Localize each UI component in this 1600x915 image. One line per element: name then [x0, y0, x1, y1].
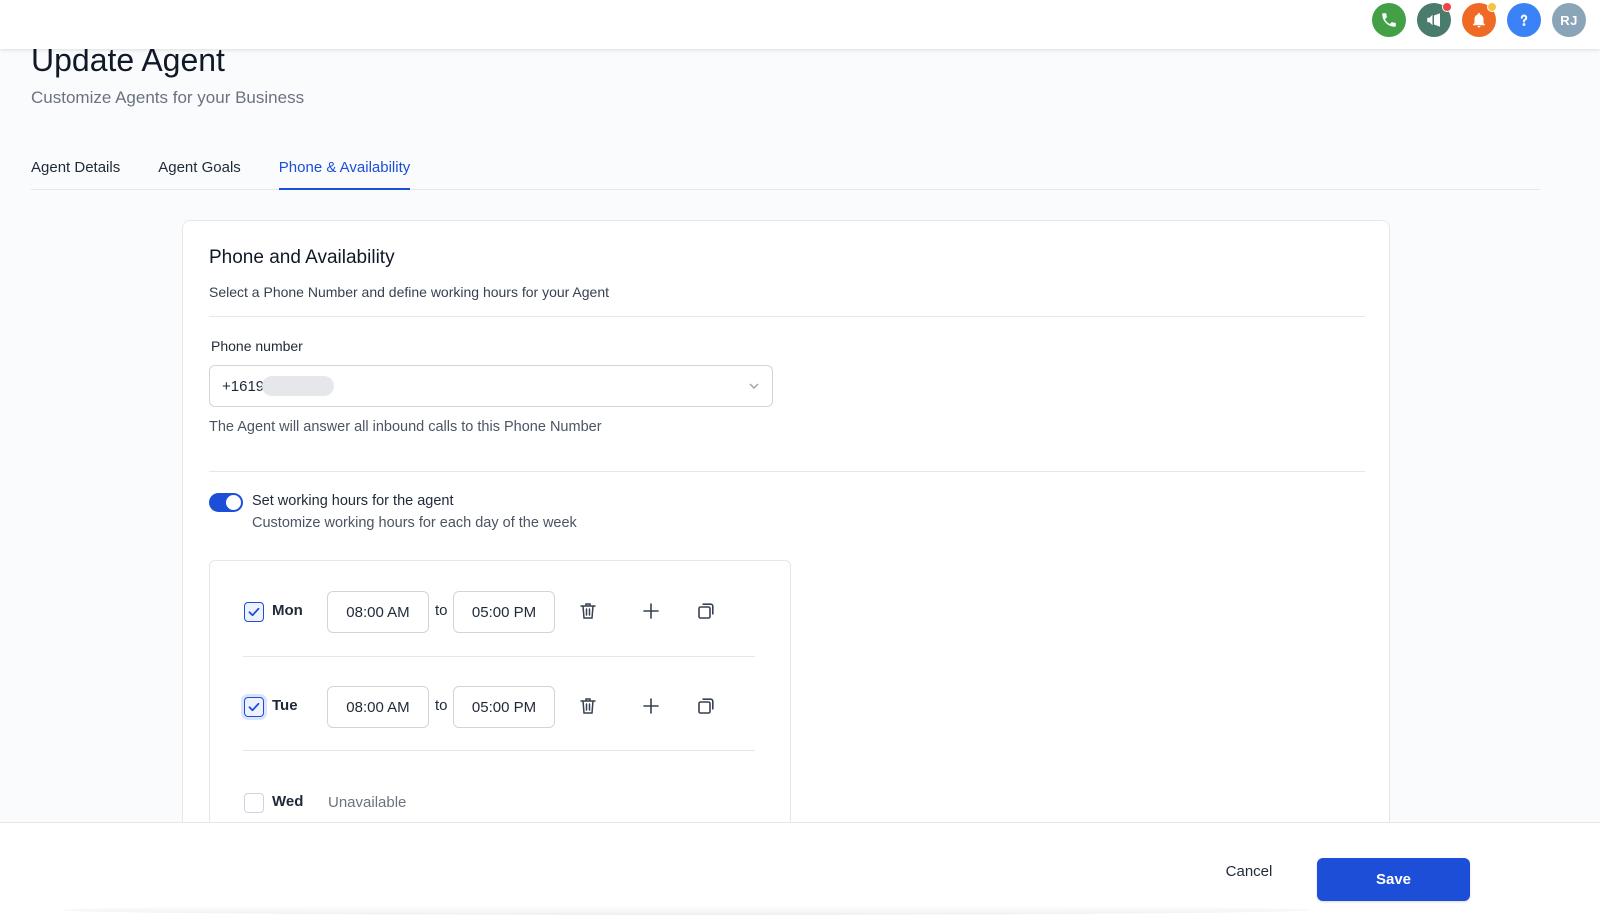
plus-icon[interactable]: [640, 600, 662, 622]
trash-icon[interactable]: [577, 600, 599, 622]
divider: [209, 471, 1365, 472]
check-icon: [248, 702, 260, 712]
unavailable-label: Unavailable: [328, 794, 407, 811]
footer-bar: Cancel Save: [0, 822, 1600, 915]
row-divider: [243, 750, 755, 751]
day-name: Wed: [272, 793, 304, 810]
save-button[interactable]: Save: [1317, 858, 1470, 901]
to-label: to: [435, 697, 448, 714]
copy-icon[interactable]: [695, 695, 717, 717]
plus-icon[interactable]: [640, 695, 662, 717]
footer-shadow: [60, 905, 1310, 915]
bell-icon[interactable]: [1462, 2, 1497, 37]
start-time-input[interactable]: 08:00 AM: [327, 686, 429, 728]
phone-number-helper: The Agent will answer all inbound calls …: [209, 419, 602, 435]
phone-icon[interactable]: [1372, 3, 1406, 37]
chevron-down-icon: [749, 383, 759, 389]
day-row-tue: Tue 08:00 AM to 05:00 PM: [210, 678, 790, 738]
card-description: Select a Phone Number and define working…: [209, 284, 610, 300]
day-name: Tue: [272, 697, 298, 714]
working-hours-label: Set working hours for the agent: [252, 493, 454, 509]
phone-number-value: +1619: [222, 377, 265, 395]
phone-number-label: Phone number: [211, 338, 303, 354]
toggle-knob: [226, 495, 241, 510]
row-divider: [243, 656, 755, 657]
day-row-mon: Mon 08:00 AM to 05:00 PM: [210, 583, 790, 643]
tab-bar: Agent Details Agent Goals Phone & Availa…: [31, 154, 1540, 190]
page-subtitle: Customize Agents for your Business: [31, 88, 305, 107]
notification-badge: [1487, 2, 1497, 12]
working-hours-list: Mon 08:00 AM to 05:00 PM Tue 08:00 AM to…: [209, 560, 791, 840]
cancel-button[interactable]: Cancel: [1200, 857, 1298, 885]
card-title: Phone and Availability: [209, 247, 395, 268]
day-checkbox-tue[interactable]: [244, 697, 264, 717]
copy-icon[interactable]: [695, 600, 717, 622]
avatar[interactable]: RJ: [1552, 3, 1586, 37]
phone-availability-card: Phone and Availability Select a Phone Nu…: [182, 220, 1390, 840]
end-time-input[interactable]: 05:00 PM: [453, 591, 555, 633]
working-hours-description: Customize working hours for each day of …: [252, 515, 577, 531]
start-time-input[interactable]: 08:00 AM: [327, 591, 429, 633]
tab-agent-goals[interactable]: Agent Goals: [158, 154, 241, 190]
day-checkbox-wed[interactable]: [244, 793, 264, 813]
day-checkbox-mon[interactable]: [244, 602, 264, 622]
notification-badge: [1442, 2, 1452, 12]
working-hours-toggle[interactable]: [209, 493, 243, 512]
to-label: to: [435, 602, 448, 619]
redacted-digits: [262, 376, 335, 396]
tab-phone-availability[interactable]: Phone & Availability: [278, 154, 411, 190]
check-icon: [248, 607, 260, 617]
divider: [209, 316, 1365, 317]
top-icon-group: RJ: [1372, 2, 1586, 37]
phone-number-select[interactable]: +1619: [209, 365, 773, 407]
tab-agent-details[interactable]: Agent Details: [31, 154, 120, 190]
megaphone-icon[interactable]: [1417, 2, 1452, 37]
top-bar: RJ: [0, 0, 1600, 49]
end-time-input[interactable]: 05:00 PM: [453, 686, 555, 728]
day-name: Mon: [272, 602, 303, 619]
trash-icon[interactable]: [577, 695, 599, 717]
help-icon[interactable]: [1507, 3, 1541, 37]
